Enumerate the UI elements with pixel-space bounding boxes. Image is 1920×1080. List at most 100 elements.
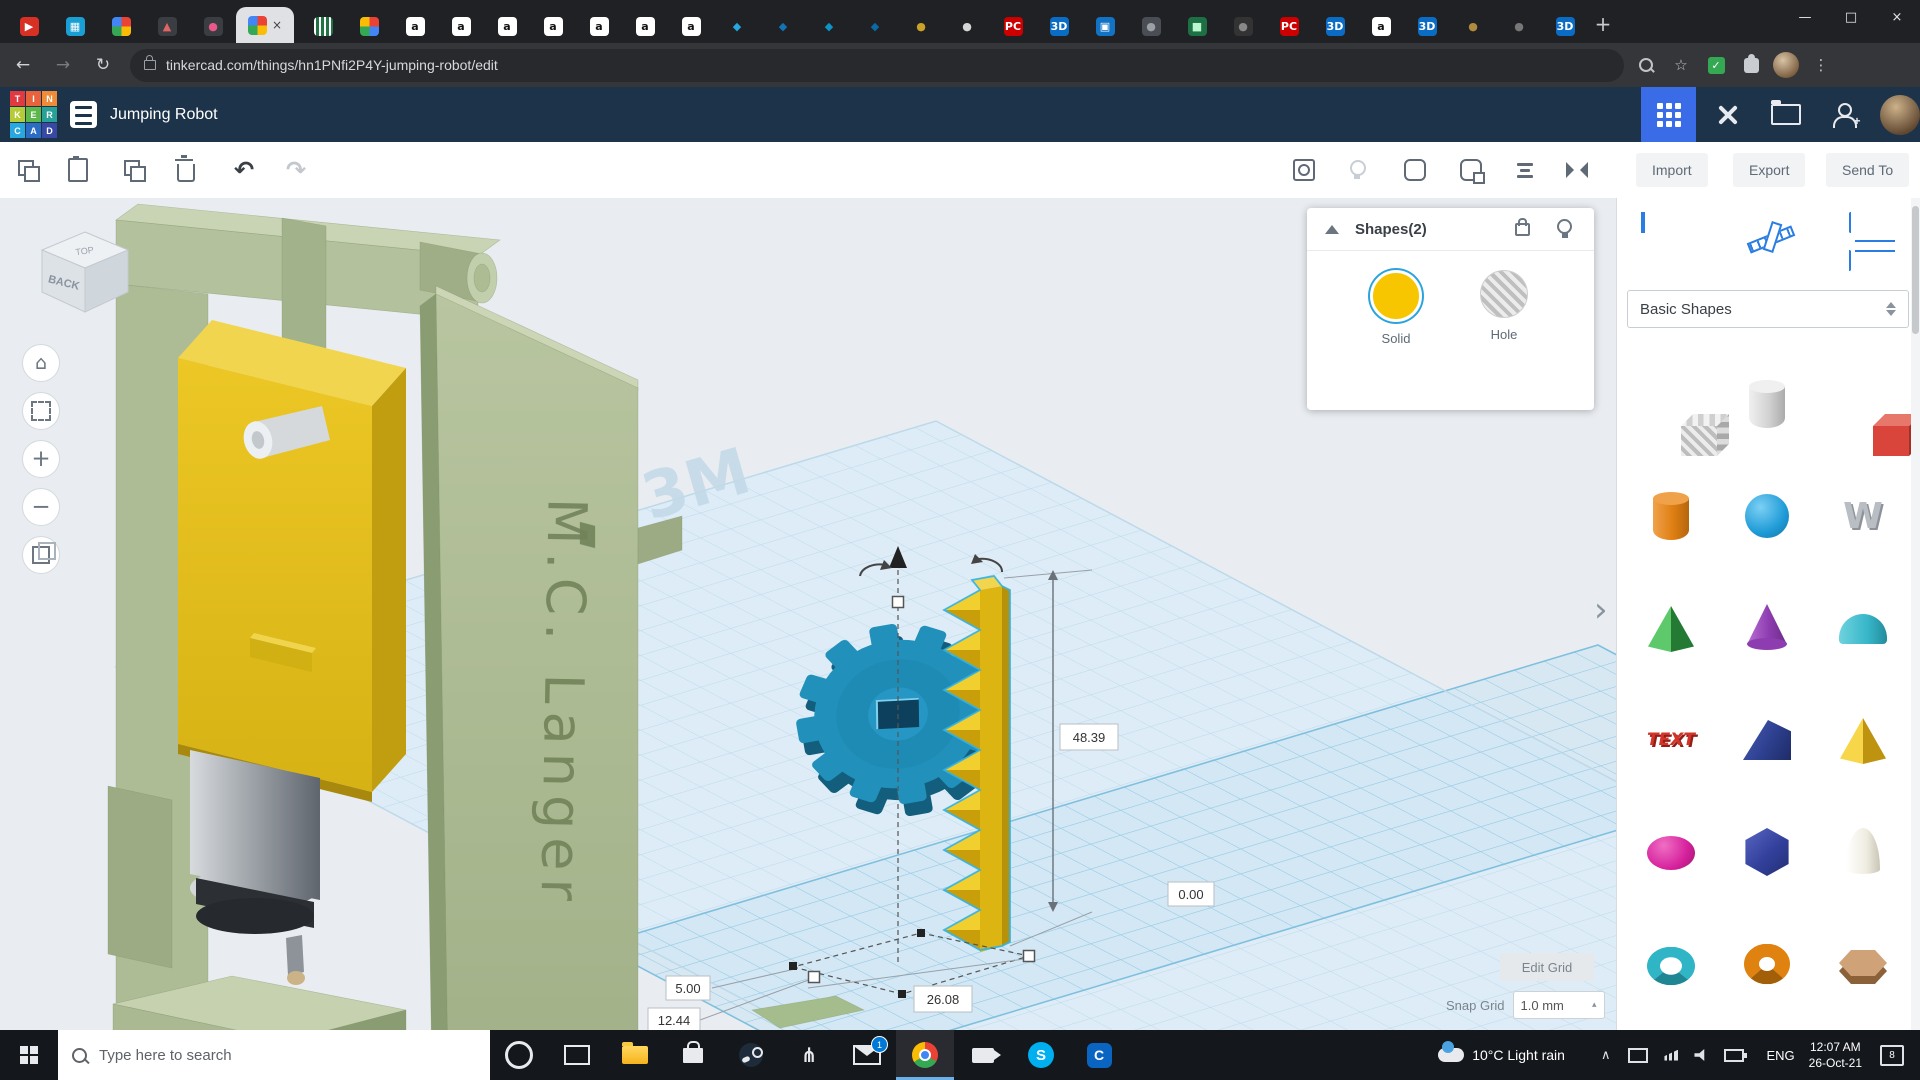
new-tab-button[interactable]: + [1588,9,1618,39]
app-cortana[interactable] [490,1030,548,1080]
shape-tile[interactable] [1719,684,1815,796]
shape-tile[interactable] [1815,908,1911,1020]
shape-tile[interactable] [1623,572,1719,684]
reload-button[interactable]: ↻ [86,48,120,82]
align-button[interactable] [1507,152,1543,188]
shape-tile[interactable] [1815,684,1911,796]
redo-button[interactable]: ↷ [278,152,314,188]
shape-tile[interactable] [1815,796,1911,908]
browser-tab[interactable]: a [668,9,714,43]
language-indicator[interactable]: ENG [1766,1048,1794,1063]
design-list-icon[interactable] [70,101,97,128]
share-button[interactable]: + [1816,87,1871,142]
browser-tab[interactable]: ▲ [144,9,190,43]
browser-tab[interactable]: 3D [1036,9,1082,43]
forward-button[interactable]: → [46,48,80,82]
perspective-toggle-button[interactable] [22,536,60,574]
notes-tool-button[interactable] [1849,214,1901,260]
shape-tile[interactable] [1623,908,1719,1020]
shape-tile[interactable] [1623,460,1719,572]
browser-tab-active[interactable]: × [236,7,294,43]
dim-height-label[interactable]: 48.39 [1060,724,1118,750]
mirror-button[interactable] [1559,152,1595,188]
shape-tile[interactable] [1815,572,1911,684]
solid-option[interactable]: Solid [1356,270,1436,346]
hole-option[interactable]: Hole [1464,270,1544,342]
display-tray-icon[interactable] [1628,1048,1648,1063]
browser-tab[interactable]: ▶ [6,9,52,43]
workplane-tool-button[interactable] [1641,214,1693,260]
browser-tab[interactable]: ◆ [852,9,898,43]
browser-tab[interactable]: a [530,9,576,43]
snap-grid-dropdown[interactable]: 1.0 mm▴ [1513,991,1605,1019]
browser-tab[interactable]: ▦ [52,9,98,43]
dim-z-label[interactable]: 0.00 [1168,882,1214,906]
group-button[interactable] [1397,152,1433,188]
ruler-tool-button[interactable] [1745,214,1797,260]
export-button[interactable]: Export [1733,153,1805,187]
scrollbar-thumb[interactable] [1912,206,1919,334]
browser-tab[interactable]: ◆ [714,9,760,43]
tools-button[interactable] [1700,87,1755,142]
browser-tab[interactable]: ◆ [806,9,852,43]
app-task-view[interactable] [548,1030,606,1080]
paste-button[interactable] [60,152,96,188]
browser-tab[interactable]: ● [1128,9,1174,43]
bookmark-star-icon[interactable]: ☆ [1668,52,1694,78]
send-to-button[interactable]: Send To [1826,153,1909,187]
shape-tile[interactable]: TEXT [1623,684,1719,796]
app-camera[interactable] [954,1030,1012,1080]
show-all-button[interactable] [1286,152,1322,188]
view-cube[interactable]: TOP BACK [30,226,140,318]
dim-26-label[interactable]: 26.08 [914,986,972,1012]
browser-tab[interactable]: 3D [1404,9,1450,43]
browser-tab[interactable]: a [622,9,668,43]
browser-tab[interactable]: ● [944,9,990,43]
app-steam[interactable] [722,1030,780,1080]
shape-tile[interactable] [1815,348,1911,460]
browser-tab[interactable]: a [576,9,622,43]
undo-button[interactable]: ↶ [226,152,262,188]
shape-tile[interactable] [1719,572,1815,684]
browser-tab[interactable]: ▣ [1082,9,1128,43]
shape-category-dropdown[interactable]: Basic Shapes [1627,290,1909,328]
browser-tab[interactable]: ● [1220,9,1266,43]
browser-tab[interactable] [346,9,392,43]
zoom-in-button[interactable]: + [22,440,60,478]
delete-button[interactable] [168,152,204,188]
shape-tile[interactable] [1623,348,1719,460]
collapse-panel-icon[interactable] [1325,225,1339,234]
app-store[interactable] [664,1030,722,1080]
browser-menu-icon[interactable]: ⋮ [1808,52,1834,78]
library-button[interactable] [1758,87,1813,142]
browser-tab[interactable]: ● [190,9,236,43]
zoom-out-button[interactable]: − [22,488,60,526]
action-center-icon[interactable]: 8 [1880,1045,1904,1066]
browser-tab[interactable]: ◆ [760,9,806,43]
back-button[interactable]: ← [6,48,40,82]
home-view-button[interactable]: ⌂ [22,344,60,382]
maximize-button[interactable]: □ [1828,0,1874,34]
close-button[interactable]: × [1874,0,1920,34]
app-game[interactable]: ⋔ [780,1030,838,1080]
servo-motor-model[interactable] [178,320,406,985]
network-tray-icon[interactable] [1664,1050,1678,1061]
design-title[interactable]: Jumping Robot [110,87,218,142]
account-avatar[interactable] [1872,87,1920,142]
edit-mode-grid-button[interactable] [1641,87,1696,142]
browser-tab[interactable]: ● [898,9,944,43]
weather-label[interactable]: 10°C Light rain [1472,1047,1565,1063]
sidebar-collapse-chevron[interactable]: › [1594,590,1608,630]
start-button[interactable] [0,1030,58,1080]
shape-tile[interactable] [1719,796,1815,908]
url-text[interactable]: tinkercad.com/things/hn1PNfi2P4Y-jumping… [166,57,498,73]
shape-tile[interactable] [1719,348,1815,460]
browser-tab[interactable]: ● [1450,9,1496,43]
tray-overflow-chevron[interactable]: ∧ [1601,1048,1611,1063]
sidebar-scrollbar[interactable] [1911,198,1920,1030]
battery-tray-icon[interactable] [1724,1049,1744,1062]
minimize-button[interactable]: — [1782,0,1828,34]
app-skype[interactable]: S [1012,1030,1070,1080]
lock-icon[interactable] [1515,223,1530,236]
browser-tab[interactable]: ■ [1174,9,1220,43]
